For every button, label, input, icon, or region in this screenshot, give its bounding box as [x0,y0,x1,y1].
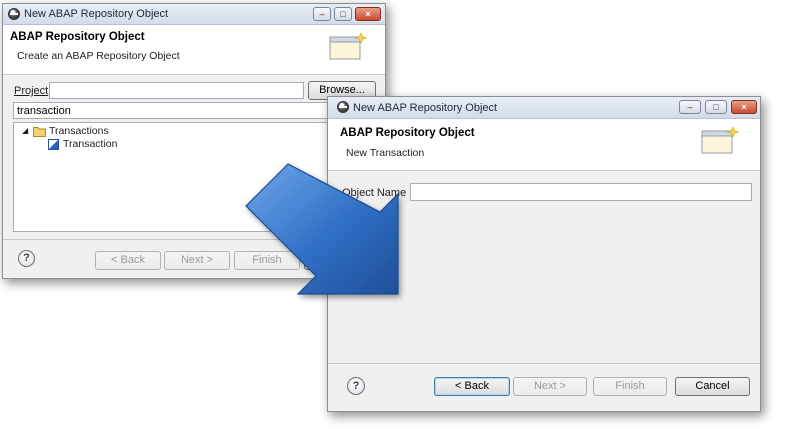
arrow-shape [245,163,399,295]
transition-arrow-icon [245,163,399,295]
